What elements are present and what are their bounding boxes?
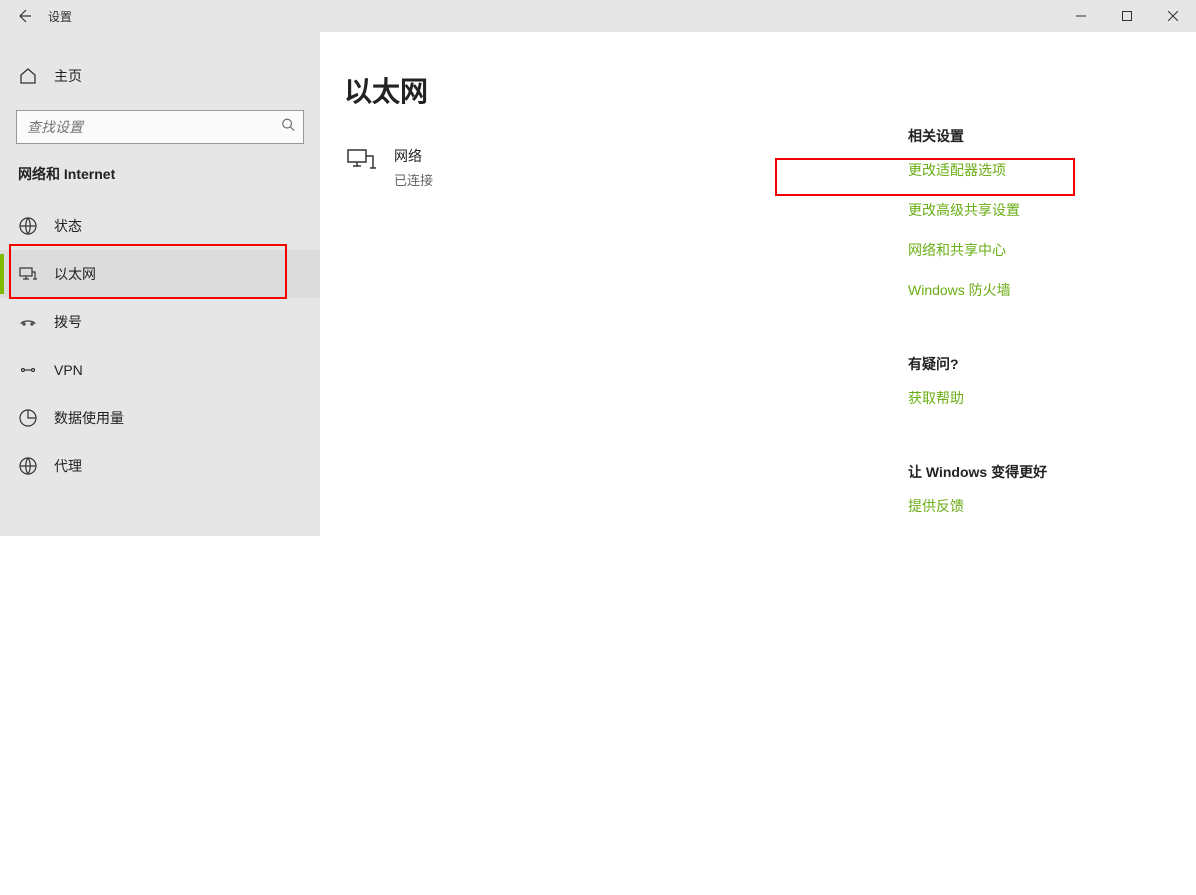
link-feedback[interactable]: 提供反馈 [908,496,1172,516]
home-link[interactable]: 主页 [0,56,320,96]
qa-title: 有疑问? [908,354,1172,374]
search-icon [281,118,295,137]
vpn-icon [18,360,38,380]
page-title: 以太网 [344,70,908,110]
search-input[interactable] [17,111,303,143]
close-icon [1168,11,1178,21]
sidebar-item-data-usage[interactable]: 数据使用量 [0,394,320,442]
sidebar-item-proxy[interactable]: 代理 [0,442,320,490]
status-icon [18,216,38,236]
network-name: 网络 [394,146,433,166]
minimize-icon [1076,11,1086,21]
right-panel: 相关设置 更改适配器选项 更改高级共享设置 网络和共享中心 Windows 防火… [908,70,1172,536]
home-label: 主页 [54,66,82,86]
titlebar: 设置 [0,0,1196,32]
window-title: 设置 [48,8,72,25]
link-advanced-sharing[interactable]: 更改高级共享设置 [908,200,1172,220]
network-status: 已连接 [394,170,433,189]
arrow-left-icon [16,8,32,24]
sidebar-item-dialup[interactable]: 拨号 [0,298,320,346]
dialup-icon [18,312,38,332]
maximize-icon [1122,11,1132,21]
related-settings-title: 相关设置 [908,126,1172,146]
sidebar-item-label: 拨号 [54,312,82,332]
link-network-sharing-center[interactable]: 网络和共享中心 [908,240,1172,260]
link-windows-firewall[interactable]: Windows 防火墙 [908,280,1172,300]
sidebar-item-vpn[interactable]: VPN [0,346,320,394]
sidebar: 主页 网络和 Internet 状态 以太网 [0,32,320,536]
close-button[interactable] [1150,0,1196,32]
sidebar-item-label: 以太网 [54,264,96,284]
sidebar-item-label: VPN [54,362,83,378]
sidebar-item-ethernet[interactable]: 以太网 [0,250,320,298]
sidebar-item-status[interactable]: 状态 [0,202,320,250]
ethernet-icon [18,264,38,284]
sidebar-group-title: 网络和 Internet [0,164,320,184]
sidebar-item-label: 代理 [54,456,82,476]
link-adapter-options[interactable]: 更改适配器选项 [908,160,1172,180]
minimize-button[interactable] [1058,0,1104,32]
network-pc-icon [346,146,378,178]
proxy-icon [18,456,38,476]
home-icon [18,66,38,86]
maximize-button[interactable] [1104,0,1150,32]
sidebar-nav: 状态 以太网 拨号 VPN [0,202,320,490]
back-button[interactable] [0,0,48,32]
sidebar-item-label: 数据使用量 [54,408,124,428]
main-content: 以太网 网络 已连接 相关设置 更改适配器选项 更改高级共享设置 网络和共享中心… [320,32,1196,536]
sidebar-item-label: 状态 [54,216,82,236]
feedback-title: 让 Windows 变得更好 [908,462,1172,482]
search-box[interactable] [16,110,304,144]
network-entry[interactable]: 网络 已连接 [346,146,908,189]
data-usage-icon [18,408,38,428]
link-get-help[interactable]: 获取帮助 [908,388,1172,408]
